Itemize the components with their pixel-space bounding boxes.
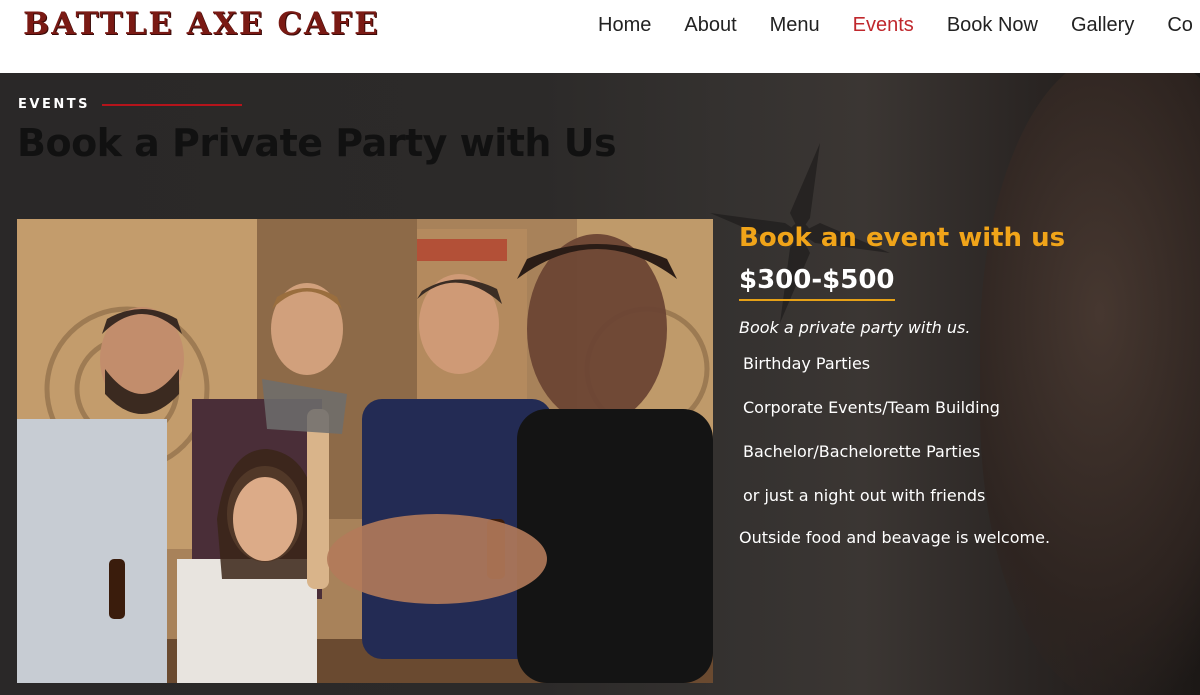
nav-item-book-now[interactable]: Book Now	[947, 13, 1038, 37]
nav-item-home[interactable]: Home	[598, 13, 651, 37]
page-title: Book a Private Party with Us	[17, 121, 617, 165]
site-logo[interactable]: BATTLE AXE CAFE	[23, 6, 380, 42]
site-header: BATTLE AXE CAFE Home About Menu Events B…	[0, 0, 1200, 73]
eyebrow-label: EVENTS	[18, 97, 90, 112]
main-nav: Home About Menu Events Book Now Gallery …	[598, 13, 1200, 37]
nav-item-about[interactable]: About	[684, 13, 736, 37]
event-heading: Book an event with us	[739, 223, 1066, 253]
nav-item-gallery[interactable]: Gallery	[1071, 13, 1134, 37]
list-item: Birthday Parties	[743, 354, 871, 373]
list-item: or just a night out with friends	[743, 486, 986, 505]
nav-item-events[interactable]: Events	[853, 13, 914, 37]
list-item: Bachelor/Bachelorette Parties	[743, 442, 981, 461]
nav-item-menu[interactable]: Menu	[770, 13, 820, 37]
section-eyebrow: EVENTS	[18, 97, 242, 112]
food-policy-note: Outside food and beavage is welcome.	[739, 528, 1051, 547]
event-info: Book an event with us $300-$500 Book a p…	[739, 221, 1179, 549]
group-axe-throwing-illustration	[17, 219, 713, 683]
event-types-list: Birthday Parties Corporate Events/Team B…	[739, 353, 1179, 507]
list-item: Corporate Events/Team Building	[743, 398, 1000, 417]
events-hero: EVENTS Book a Private Party with Us Book…	[0, 73, 1200, 695]
event-photo	[17, 219, 713, 683]
event-intro: Book a private party with us.	[739, 318, 971, 337]
nav-item-contact[interactable]: Co	[1167, 13, 1193, 37]
price-range: $300-$500	[739, 265, 895, 301]
eyebrow-divider	[101, 103, 242, 106]
